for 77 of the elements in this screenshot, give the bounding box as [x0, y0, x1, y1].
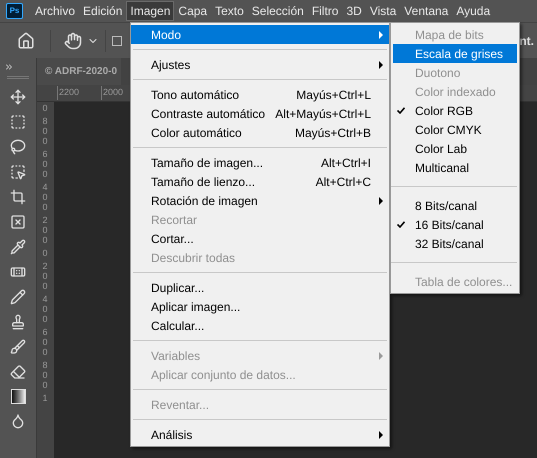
checkmark-icon [397, 221, 405, 228]
submenu-caret-icon [379, 60, 383, 68]
menu-item[interactable]: Multicanal [393, 158, 517, 177]
menu-bar-item[interactable]: Selección [248, 1, 308, 21]
submenu-caret-icon [379, 352, 383, 360]
checkmark-icon [397, 107, 405, 114]
ruler-label: 2000 [101, 86, 124, 100]
eyedropper-icon[interactable] [10, 239, 26, 255]
ruler-label: 400 [42, 182, 48, 212]
menu-item[interactable]: Contraste automático Alt+Mayús+Ctrl+L [131, 104, 389, 123]
menu-item[interactable]: Escala de grises [393, 44, 517, 63]
menu-item[interactable]: Modo [131, 25, 389, 44]
shortcut-text: Alt+Ctrl+C [316, 174, 371, 190]
menu-item[interactable]: Rotación de imagen [131, 191, 389, 210]
ruler-label: 800 [42, 116, 48, 146]
ruler-label: 0 [42, 103, 48, 113]
hand-tool-icon[interactable] [64, 32, 82, 50]
stamp-icon[interactable] [10, 314, 26, 330]
menu-item[interactable]: Tamaño de imagen... Alt+Ctrl+I [131, 153, 389, 172]
menu-item[interactable]: Análisis [131, 425, 389, 444]
menu-item[interactable]: Color automático Mayús+Ctrl+B [131, 123, 389, 142]
ruler-label: 600 [42, 327, 48, 357]
menu-item[interactable]: Color CMYK [393, 120, 517, 139]
submenu-caret-icon [379, 196, 383, 204]
selection-pointer-icon[interactable] [10, 164, 26, 180]
ruler-label: 600 [42, 149, 48, 179]
menu-item[interactable]: Aplicar imagen... [131, 297, 389, 316]
menu-item[interactable]: 8 Bits/canal [393, 196, 517, 215]
menu-item[interactable]: Tamaño de lienzo... Alt+Ctrl+C [131, 172, 389, 191]
menu-item[interactable]: Calcular... [131, 316, 389, 335]
lasso-tool-icon[interactable] [10, 139, 26, 155]
expand-panel-icon[interactable] [4, 62, 14, 72]
move-tool-icon[interactable] [10, 89, 26, 105]
shortcut-text: Alt+Mayús+Ctrl+L [275, 106, 371, 122]
crop-tool-icon[interactable] [10, 189, 26, 205]
menu-bar-item[interactable]: Imagen [126, 1, 174, 21]
ruler-label: 0 [42, 248, 48, 258]
menu-bar-item[interactable]: Edición [79, 1, 126, 21]
ruler-label: 200 [42, 215, 48, 245]
menu-item[interactable]: Color Lab [393, 139, 517, 158]
menu-item[interactable]: Cortar... [131, 229, 389, 248]
ruler-label: 200 [42, 261, 48, 291]
menu-item[interactable]: 16 Bits/canal [393, 215, 517, 234]
ruler-label: 2200 [57, 86, 80, 100]
document-tab[interactable]: © ADRF-2020-0 [37, 58, 122, 85]
brush-icon[interactable] [10, 339, 26, 355]
gradient-icon[interactable] [10, 389, 26, 404]
menu-item[interactable]: Duplicar... [131, 278, 389, 297]
menu-bar-item[interactable]: 3D [342, 1, 366, 21]
home-icon[interactable] [17, 32, 35, 50]
menu-bar-item[interactable]: Ayuda [452, 1, 494, 21]
menu-bar-item[interactable]: Capa [174, 1, 212, 21]
submenu-caret-icon [379, 430, 383, 438]
shortcut-text: Alt+Ctrl+I [320, 154, 371, 172]
marquee-tool-icon[interactable] [10, 114, 26, 130]
droplet-icon[interactable] [10, 413, 26, 429]
ruler-label: 800 [42, 360, 48, 390]
ruler-label: 400 [42, 294, 48, 324]
option-text: nt. [519, 32, 534, 50]
app-logo-icon: Ps [6, 3, 23, 19]
menu-item[interactable]: Color RGB [393, 101, 517, 120]
menu-item[interactable]: 32 Bits/canal [393, 234, 517, 253]
shortcut-text: Mayús+Ctrl+B [294, 124, 371, 142]
menu-bar-item[interactable]: Ventana [400, 1, 452, 21]
submenu-caret-icon [379, 30, 383, 38]
menu-bar-item[interactable]: Archivo [31, 1, 80, 21]
menu-bar-item[interactable]: Vista [366, 1, 400, 21]
menu-item[interactable]: Ajustes [131, 55, 389, 74]
frame-tool-icon[interactable] [10, 214, 26, 230]
checkbox[interactable] [112, 36, 122, 46]
eraser-icon[interactable] [10, 364, 26, 380]
menu-bar-item[interactable]: Filtro [308, 1, 342, 21]
menu-item[interactable]: Tono automático Mayús+Ctrl+L [131, 85, 389, 104]
ruler-label: 1 [42, 393, 48, 403]
shortcut-text: Mayús+Ctrl+L [296, 86, 371, 104]
menu-bar-item[interactable]: Texto [211, 1, 248, 21]
pencil-icon[interactable] [10, 289, 26, 305]
